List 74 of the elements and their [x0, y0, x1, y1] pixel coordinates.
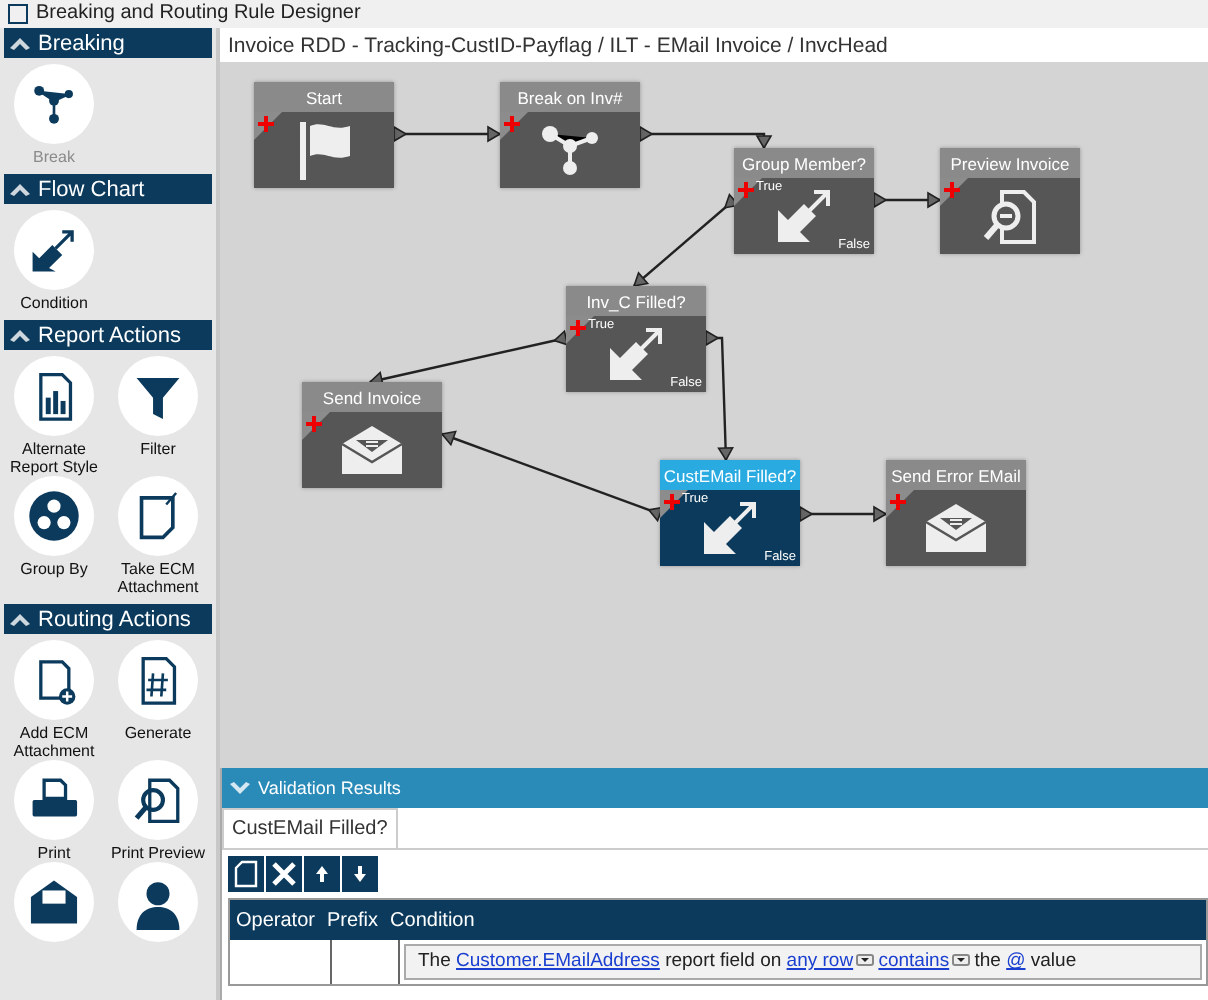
close-icon	[272, 862, 296, 886]
tool-label: Filter	[140, 440, 176, 458]
node-title: Inv_C Filled?	[566, 286, 706, 316]
column-header: Prefix	[324, 907, 381, 935]
connector-arrow	[873, 191, 942, 209]
node-title: Send Error EMail	[886, 460, 1026, 490]
tab[interactable]: CustEMail Filled?	[222, 808, 398, 848]
field-link[interactable]: @	[1006, 950, 1026, 972]
tool-label: Condition	[20, 294, 88, 312]
section-header[interactable]: Report Actions	[4, 320, 212, 350]
section-header[interactable]: Routing Actions	[4, 604, 212, 634]
node-title: Break on Inv#	[500, 82, 640, 112]
connector-arrow	[393, 125, 502, 143]
page-icon	[234, 860, 258, 888]
section-header[interactable]: Breaking	[4, 28, 212, 58]
new-button[interactable]	[228, 856, 264, 892]
tool-button[interactable]	[14, 356, 94, 436]
chevron-down-icon[interactable]	[230, 781, 250, 795]
node-title: Send Invoice	[302, 382, 442, 412]
chevron-up-icon[interactable]	[10, 328, 30, 342]
tool-label: Break	[33, 148, 75, 166]
tool-button[interactable]	[14, 210, 94, 290]
tool-button[interactable]	[118, 476, 198, 556]
node-title: Group Member?	[734, 148, 874, 178]
tool-label: Print Preview	[110, 844, 206, 862]
connector-arrow	[799, 505, 888, 523]
connector-arrow	[705, 329, 734, 462]
connector-arrow	[639, 125, 773, 150]
tool-label: Group By	[20, 560, 88, 578]
nodes-icon	[540, 122, 600, 178]
flag-icon	[296, 120, 352, 180]
tool-label: Take ECM Attachment	[115, 560, 201, 596]
tool-label: Generate	[124, 724, 192, 742]
arrow-up-icon	[314, 864, 330, 884]
breadcrumb: Invoice RDD - Tracking-CustID-Payflag / ILT - EMail Invoice / InvcHead	[220, 28, 1208, 62]
chevron-up-icon[interactable]	[10, 182, 30, 196]
panel-header[interactable]: Validation Results	[222, 768, 1208, 808]
tool-label: Alternate Report Style	[7, 440, 101, 476]
plus-icon[interactable]	[664, 494, 680, 510]
arrow-down-icon	[352, 864, 368, 884]
tool-button[interactable]	[14, 760, 94, 840]
option-link[interactable]: any row	[786, 950, 854, 972]
node-title: Start	[254, 82, 394, 112]
three-dots-circle-icon	[26, 488, 82, 544]
chevron-up-icon[interactable]	[10, 612, 30, 626]
magnifier-document-icon	[980, 186, 1040, 246]
option-link[interactable]: contains	[878, 950, 950, 972]
tool-button[interactable]	[14, 476, 94, 556]
envelope-icon	[340, 424, 404, 476]
window-title: Breaking and Routing Rule Designer	[36, 2, 361, 26]
move-up-button[interactable]	[304, 856, 340, 892]
tool-button[interactable]	[118, 356, 198, 436]
chevron-up-icon[interactable]	[10, 36, 30, 50]
condition-sentence: The Customer.EMailAddress report field on any row contains the @ value	[404, 944, 1202, 980]
column-header: Operator	[234, 907, 317, 935]
node-title: Preview Invoice	[940, 148, 1080, 178]
delete-button[interactable]	[266, 856, 302, 892]
section-header[interactable]: Flow Chart	[4, 174, 212, 204]
node-title: CustEMail Filled?	[660, 460, 800, 490]
tool-button[interactable]	[14, 64, 94, 144]
tool-button[interactable]	[14, 862, 94, 942]
dropdown-icon[interactable]	[855, 954, 874, 966]
dropdown-icon[interactable]	[951, 954, 970, 966]
tool-button[interactable]	[118, 760, 198, 840]
tool-button[interactable]	[14, 640, 94, 720]
field-link[interactable]: Customer.EMailAddress	[456, 950, 660, 972]
column-header: Condition	[388, 907, 477, 935]
tool-button[interactable]	[118, 862, 198, 942]
tool-label: Print	[37, 844, 71, 862]
app-icon	[8, 4, 28, 24]
move-down-button[interactable]	[342, 856, 378, 892]
envelope-icon	[924, 502, 988, 554]
tool-label: Add ECM Attachment	[11, 724, 97, 760]
tool-button[interactable]	[118, 640, 198, 720]
